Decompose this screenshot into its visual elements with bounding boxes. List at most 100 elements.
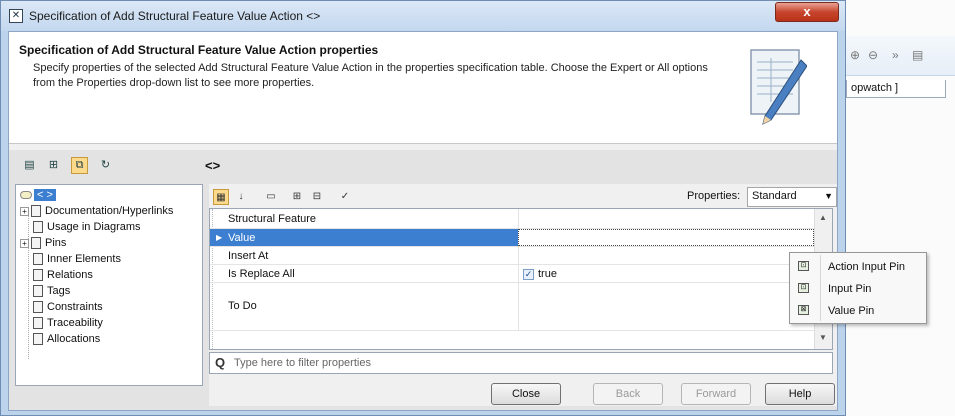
property-value[interactable]: [518, 247, 814, 264]
tree-item-inner-elements[interactable]: Inner Elements: [20, 251, 121, 267]
breadcrumb: <>: [205, 158, 221, 173]
page-icon: [31, 205, 41, 218]
filter-box: Q: [209, 352, 833, 374]
table-row[interactable]: Insert At: [210, 247, 814, 265]
expand-icon[interactable]: +: [20, 206, 29, 216]
tree-item-pins[interactable]: + Pins: [20, 235, 66, 251]
menu-item-action-input-pin[interactable]: ⊡ Action Input Pin: [790, 256, 926, 278]
row-pointer-icon: ▶: [216, 233, 223, 242]
scroll-up-icon[interactable]: ▲: [819, 213, 827, 222]
diagram-tab[interactable]: opwatch ]: [846, 80, 946, 98]
tree-item-label: Pins: [45, 237, 67, 249]
checkbox[interactable]: ✓: [523, 268, 534, 280]
page-icon: [33, 269, 43, 282]
pin-type-menu: ⊡ Action Input Pin ⊡ Input Pin ⊠ Value P…: [789, 252, 927, 324]
back-button[interactable]: Back: [593, 383, 663, 405]
filter-input[interactable]: [232, 355, 822, 371]
menu-item-input-pin[interactable]: ⊡ Input Pin: [790, 278, 926, 300]
title-bar: ✕ Specification of Add Structural Featur…: [1, 1, 845, 31]
tree-item-label: Usage in Diagrams: [47, 221, 141, 233]
tree-item-label: Documentation/Hyperlinks: [45, 205, 174, 217]
dialog-header: Specification of Add Structural Feature …: [9, 32, 837, 144]
element-icon: [20, 191, 32, 200]
forward-button[interactable]: Forward: [681, 383, 751, 405]
window-close-button[interactable]: x: [775, 2, 839, 22]
page-icon: [33, 221, 43, 234]
tree-root-label: < >: [34, 189, 56, 201]
expand-all-icon[interactable]: ⊞: [289, 189, 305, 205]
input-pin-icon: ⊡: [798, 283, 809, 293]
sort-alphabetical-icon[interactable]: ↓: [233, 189, 249, 205]
checkbox-label: true: [538, 268, 557, 280]
property-value[interactable]: [518, 283, 814, 330]
background-application: ⊕ ⊖ » ▤ opwatch ]: [840, 0, 955, 416]
table-row[interactable]: Structural Feature: [210, 209, 814, 229]
page-icon: [33, 333, 43, 346]
menu-item-value-pin[interactable]: ⊠ Value Pin: [790, 300, 926, 322]
refresh-icon[interactable]: ↻: [97, 157, 114, 174]
tree-view-icon[interactable]: ⊞: [45, 157, 62, 174]
tree-item-relations[interactable]: Relations: [20, 267, 93, 283]
action-input-pin-icon: ⊡: [798, 261, 809, 271]
property-value-editor[interactable]: [518, 229, 814, 246]
page-icon: [33, 301, 43, 314]
category-tree: < > + Documentation/Hyperlinks Usage in D…: [15, 184, 203, 386]
collapse-icon[interactable]: ▭: [263, 189, 279, 205]
layout-icon[interactable]: ▤: [912, 48, 923, 62]
property-name: Insert At: [228, 250, 269, 262]
property-name: Structural Feature: [228, 213, 317, 225]
spell-check-icon[interactable]: ✓: [337, 189, 353, 205]
property-name: Value: [228, 232, 256, 244]
table-row[interactable]: To Do: [210, 283, 814, 331]
tree-item-allocations[interactable]: Allocations: [20, 331, 100, 347]
document-pencil-icon: [750, 49, 807, 125]
page-icon: [31, 237, 41, 250]
tree-item-label: Tags: [47, 285, 71, 297]
chevron-down-icon: ▼: [824, 191, 833, 201]
page-icon: [33, 253, 43, 266]
tree-item-tags[interactable]: Tags: [20, 283, 70, 299]
search-icon: Q: [215, 355, 226, 370]
tree-item-usage[interactable]: Usage in Diagrams: [20, 219, 141, 235]
table-row-selected[interactable]: ▶ Value: [210, 229, 814, 247]
tree-item-label: Relations: [47, 269, 93, 281]
toolbar-overflow-icon[interactable]: »: [892, 48, 899, 62]
dialog-client-area: Specification of Add Structural Feature …: [8, 31, 838, 411]
property-name: Is Replace All: [228, 268, 295, 280]
close-button[interactable]: Close: [491, 383, 561, 405]
tree-item-label: Traceability: [47, 317, 103, 329]
copy-icon[interactable]: ⧉: [71, 157, 88, 174]
property-name: To Do: [228, 300, 257, 312]
scroll-down-icon[interactable]: ▼: [819, 333, 827, 342]
content-band: ▤ ⊞ ⧉ ↻ <> < > + Documentation/Hyperlinks…: [9, 150, 837, 410]
tree-item-label: Inner Elements: [47, 253, 121, 265]
header-description: Specify properties of the selected Add S…: [33, 62, 708, 89]
properties-selected: Standard: [752, 190, 797, 202]
tree-item-constraints[interactable]: Constraints: [20, 299, 103, 315]
expand-icon[interactable]: +: [20, 238, 29, 248]
menu-item-label: Value Pin: [828, 305, 875, 317]
zoom-out-icon[interactable]: ⊖: [868, 48, 878, 62]
property-value[interactable]: ✓ true: [518, 265, 814, 282]
table-row[interactable]: Is Replace All ✓ true: [210, 265, 814, 283]
value-pin-icon: ⊠: [798, 305, 809, 315]
window-title: Specification of Add Structural Feature …: [29, 9, 321, 23]
collapse-all-icon[interactable]: ⊟: [309, 189, 325, 205]
app-icon: ✕: [9, 9, 23, 23]
tree-item-label: Allocations: [47, 333, 101, 345]
categorized-view-icon[interactable]: ▦: [213, 189, 229, 205]
tree-item-documentation[interactable]: + Documentation/Hyperlinks: [20, 203, 173, 219]
property-table: Structural Feature ▶ Value Insert At Is …: [209, 208, 833, 350]
page-icon: [33, 317, 43, 330]
page-icon: [33, 285, 43, 298]
list-view-icon[interactable]: ▤: [21, 157, 38, 174]
menu-item-label: Input Pin: [828, 283, 872, 295]
tree-root[interactable]: < >: [20, 187, 56, 203]
property-value[interactable]: [518, 209, 814, 228]
zoom-in-icon[interactable]: ⊕: [850, 48, 860, 62]
help-button[interactable]: Help: [765, 383, 835, 405]
properties-dropdown[interactable]: Standard ▼: [747, 187, 837, 207]
tree-item-traceability[interactable]: Traceability: [20, 315, 103, 331]
properties-panel: ▦ ↓ ▭ ⊞ ⊟ ✓ Properties: Standard ▼ Struc…: [209, 184, 837, 406]
specification-dialog: ✕ Specification of Add Structural Featur…: [0, 0, 846, 416]
